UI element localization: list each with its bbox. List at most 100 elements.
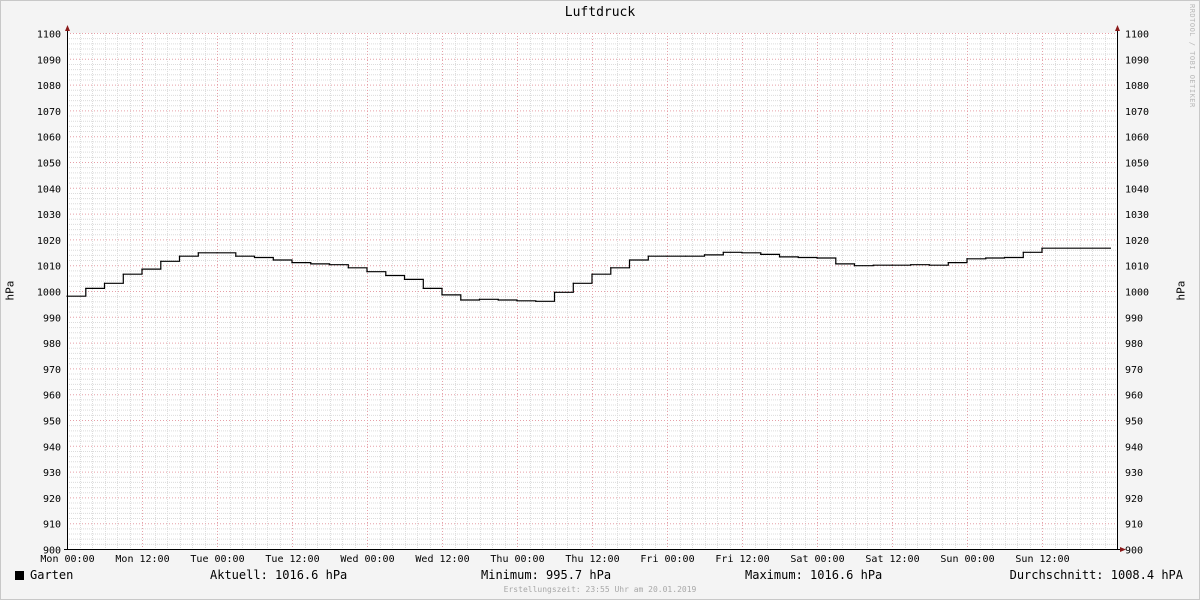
- data-point: [253, 256, 256, 259]
- data-point: [385, 274, 387, 277]
- data-point: [535, 300, 537, 302]
- y-tick-label-right: 1040: [1125, 184, 1149, 195]
- legend-row: Garten Aktuell: 1016.6 hPa Minimum: 995.…: [0, 568, 1200, 584]
- y-tick-label-left: 1090: [37, 55, 61, 66]
- y-tick-label-right: 1090: [1125, 55, 1149, 66]
- y-axis-arrow-right: [1115, 25, 1120, 31]
- y-tick-label-right: 1010: [1125, 262, 1149, 273]
- x-tick-label: Fri 00:00: [640, 554, 694, 565]
- data-point: [497, 299, 499, 301]
- data-point: [103, 282, 106, 284]
- data-point: [760, 253, 762, 255]
- y-tick-label-right: 1020: [1125, 236, 1149, 247]
- data-point: [347, 267, 349, 269]
- legend-swatch: [15, 571, 24, 580]
- data-point: [572, 282, 574, 284]
- data-point: [872, 264, 874, 266]
- y-tick-label-left: 980: [43, 339, 61, 350]
- x-tick-label: Mon 12:00: [115, 554, 169, 565]
- y-tick-label-right: 1050: [1125, 159, 1149, 170]
- x-tick-label: Sun 00:00: [940, 554, 994, 565]
- y-tick-label-left: 940: [43, 442, 61, 453]
- y-tick-label-left: 1030: [37, 210, 61, 221]
- y-tick-label-left: 930: [43, 468, 61, 479]
- data-point: [947, 262, 949, 264]
- y-tick-label-right: 1000: [1125, 288, 1149, 299]
- data-point: [328, 264, 331, 266]
- data-point: [66, 295, 68, 297]
- y-axis-arrow-left: [65, 25, 70, 31]
- data-point: [628, 259, 631, 261]
- data-point: [853, 265, 856, 267]
- data-point: [291, 262, 293, 264]
- y-tick-label-right: 940: [1125, 442, 1143, 453]
- data-point: [685, 255, 687, 257]
- y-tick-label-right: 910: [1125, 520, 1143, 531]
- data-point: [591, 273, 593, 275]
- y-tick-label-left: 970: [43, 365, 61, 376]
- legend-minimum: Minimum: 995.7 hPa: [481, 568, 612, 582]
- y-tick-label-left: 990: [43, 313, 61, 324]
- data-point: [966, 258, 968, 260]
- y-tick-label-left: 910: [43, 520, 61, 531]
- y-tick-label-left: 1010: [37, 262, 61, 273]
- x-tick-label: Thu 12:00: [565, 554, 619, 565]
- data-point: [891, 264, 893, 266]
- y-tick-label-right: 930: [1125, 468, 1143, 479]
- data-point: [197, 252, 199, 254]
- y-tick-label-right: 1060: [1125, 133, 1149, 144]
- legend-current: Aktuell: 1016.6 hPa: [210, 568, 348, 582]
- data-point: [310, 263, 312, 265]
- data-point: [835, 263, 837, 265]
- data-point: [403, 278, 406, 280]
- y-tick-label-left: 960: [43, 391, 61, 402]
- data-point: [141, 268, 143, 270]
- data-point: [422, 287, 424, 290]
- data-point: [703, 254, 706, 256]
- y-tick-label-right: 960: [1125, 391, 1143, 402]
- x-tick-label: Wed 12:00: [415, 554, 469, 565]
- data-point: [178, 255, 181, 257]
- chart-plot: 900 900910 910920 920930 930940 940950 950960 9…: [37, 25, 1149, 565]
- data-point: [160, 260, 162, 262]
- data-point: [478, 298, 481, 300]
- y-tick-label-left: 950: [43, 417, 61, 428]
- y-tick-label-left: 1100: [37, 30, 61, 41]
- data-point: [460, 299, 462, 301]
- y-tick-label-right: 900: [1125, 546, 1143, 557]
- data-point: [85, 287, 87, 290]
- data-point: [1003, 256, 1006, 259]
- data-point: [610, 267, 612, 269]
- x-tick-label: Wed 00:00: [340, 554, 394, 565]
- x-tick-label: Mon 00:00: [40, 554, 94, 565]
- y-tick-label-right: 990: [1125, 313, 1143, 324]
- x-tick-label: Sat 12:00: [865, 554, 919, 565]
- y-tick-label-left: 1000: [37, 288, 61, 299]
- data-point: [778, 256, 781, 258]
- y-tick-label-right: 920: [1125, 494, 1143, 505]
- data-point: [366, 271, 368, 273]
- y-tick-label-right: 980: [1125, 339, 1143, 350]
- data-point: [722, 251, 724, 253]
- x-tick-label: Thu 00:00: [490, 554, 544, 565]
- y-tick-label-right: 1030: [1125, 210, 1149, 221]
- y-tick-label-right: 1100: [1125, 30, 1149, 41]
- y-tick-label-left: 1060: [37, 133, 61, 144]
- data-point: [985, 257, 987, 259]
- y-tick-label-right: 970: [1125, 365, 1143, 376]
- y-tick-label-left: 1080: [37, 81, 61, 92]
- y-tick-label-left: 920: [43, 494, 61, 505]
- legend-maximum: Maximum: 1016.6 hPa: [745, 568, 883, 582]
- x-tick-label: Fri 12:00: [715, 554, 769, 565]
- data-point: [272, 259, 274, 261]
- data-point: [797, 256, 799, 259]
- data-point: [647, 255, 649, 257]
- data-point: [1041, 247, 1043, 249]
- x-tick-label: Sun 12:00: [1015, 554, 1069, 565]
- data-point: [928, 264, 931, 266]
- data-point: [816, 257, 818, 259]
- y-tick-label-left: 1040: [37, 184, 61, 195]
- y-tick-label-right: 950: [1125, 417, 1143, 428]
- data-point: [516, 300, 518, 302]
- data-point: [1022, 251, 1024, 253]
